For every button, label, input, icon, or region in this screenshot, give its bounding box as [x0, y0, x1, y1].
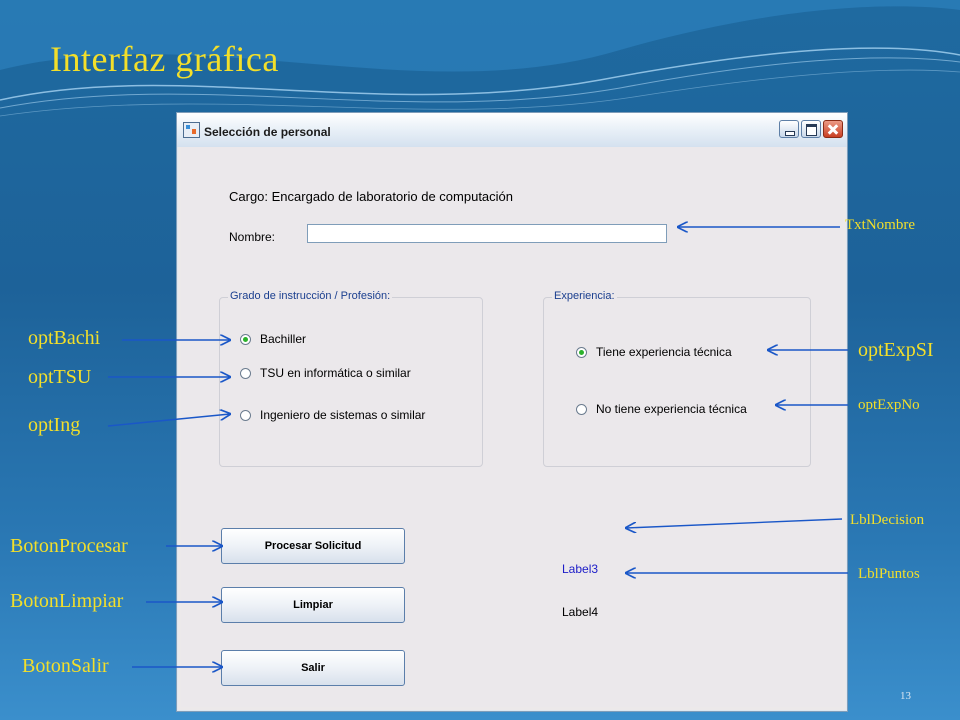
page-number: 13: [900, 690, 911, 702]
radio-checked-icon[interactable]: [240, 333, 251, 345]
annotation-optexpsi: optExpSI: [858, 339, 934, 361]
experiencia-group-legend: Experiencia:: [552, 290, 617, 302]
radio-checked-icon[interactable]: [576, 346, 587, 358]
window-title: Selección de personal: [204, 125, 331, 139]
radio-unchecked-icon[interactable]: [240, 367, 251, 379]
annotation-opting: optIng: [28, 414, 81, 436]
opt-tsu-label: TSU en informática o similar: [260, 366, 411, 380]
opt-ing[interactable]: Ingeniero de sistemas o similar: [240, 408, 425, 422]
procesar-button[interactable]: Procesar Solicitud: [221, 528, 405, 564]
opt-exp-si[interactable]: Tiene experiencia técnica: [576, 345, 732, 359]
window-titlebar[interactable]: Selección de personal: [177, 113, 847, 147]
experiencia-group: Experiencia: Tiene experiencia técnica N…: [543, 290, 811, 467]
opt-tsu[interactable]: TSU en informática o similar: [240, 366, 411, 380]
radio-unchecked-icon[interactable]: [576, 403, 587, 415]
app-window: Selección de personal Cargo: Encargado d…: [176, 112, 848, 712]
app-form-icon: [183, 122, 200, 138]
cargo-label: Cargo: Encargado de laboratorio de compu…: [229, 189, 514, 204]
minimize-button[interactable]: [779, 120, 799, 138]
annotation-optexpno: optExpNo: [858, 397, 920, 413]
opt-exp-no-label: No tiene experiencia técnica: [596, 402, 747, 416]
opt-bachiller[interactable]: Bachiller: [240, 332, 306, 346]
close-button[interactable]: [823, 120, 843, 138]
annotation-botonsalir: BotonSalir: [22, 655, 109, 677]
window-client-area: Cargo: Encargado de laboratorio de compu…: [181, 147, 843, 707]
opt-bachiller-label: Bachiller: [260, 332, 307, 346]
label-puntos: Label4: [562, 605, 599, 619]
annotation-botonlimpiar: BotonLimpiar: [10, 590, 124, 612]
annotation-lblpuntos: LblPuntos: [858, 566, 920, 582]
label-decision: Label3: [562, 562, 599, 576]
nombre-input[interactable]: [307, 224, 667, 243]
nombre-label: Nombre:: [229, 230, 276, 244]
annotation-txtnombre: TxtNombre: [845, 217, 915, 233]
opt-exp-no[interactable]: No tiene experiencia técnica: [576, 402, 747, 416]
opt-exp-si-label: Tiene experiencia técnica: [596, 345, 732, 359]
annotation-opttsu: optTSU: [28, 366, 92, 388]
grado-group: Grado de instrucción / Profesión: Bachil…: [219, 290, 483, 467]
limpiar-button[interactable]: Limpiar: [221, 587, 405, 623]
opt-ing-label: Ingeniero de sistemas o similar: [260, 408, 426, 422]
annotation-botonprocesar: BotonProcesar: [10, 535, 128, 557]
annotation-optbachi: optBachi: [28, 327, 101, 349]
salir-button[interactable]: Salir: [221, 650, 405, 686]
slide-title: Interfaz gráfica: [50, 39, 279, 79]
radio-unchecked-icon[interactable]: [240, 409, 251, 421]
maximize-button[interactable]: [801, 120, 821, 138]
annotation-lbldecision: LblDecision: [850, 512, 925, 528]
grado-group-legend: Grado de instrucción / Profesión:: [228, 290, 393, 302]
